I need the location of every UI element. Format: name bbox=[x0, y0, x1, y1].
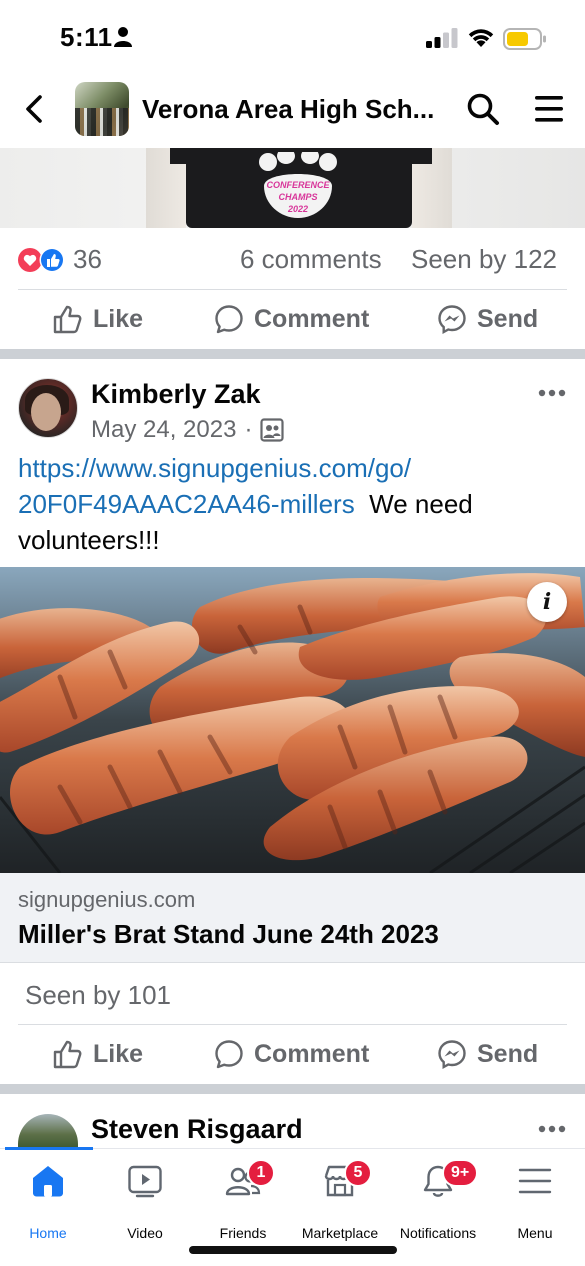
previous-post-image[interactable]: CONFERENCE CHAMPS 2022 bbox=[0, 148, 585, 228]
author-avatar[interactable] bbox=[18, 378, 78, 438]
post-separator bbox=[0, 1084, 585, 1094]
group-header: Verona Area High Sch... bbox=[0, 70, 585, 148]
like-label: Like bbox=[93, 1039, 144, 1068]
comment-label: Comment bbox=[254, 1039, 370, 1068]
seen-by-count[interactable]: Seen by 101 bbox=[25, 980, 171, 1011]
messenger-icon bbox=[438, 1040, 466, 1069]
search-icon[interactable] bbox=[466, 92, 500, 126]
notifications-badge: 9+ bbox=[442, 1159, 479, 1187]
post-separator bbox=[0, 349, 585, 359]
friends-badge: 1 bbox=[247, 1159, 275, 1187]
reaction-icons[interactable] bbox=[18, 247, 66, 273]
status-bar: 5:11 bbox=[0, 0, 585, 70]
menu-icon bbox=[518, 1168, 552, 1194]
comment-button[interactable]: Comment bbox=[214, 289, 369, 349]
link-domain: signupgenius.com bbox=[18, 887, 196, 912]
tab-menu[interactable]: Menu bbox=[487, 1163, 583, 1243]
messenger-icon bbox=[438, 305, 466, 334]
seen-by-count[interactable]: Seen by 122 bbox=[411, 244, 557, 275]
grilled-bratwurst-photo bbox=[0, 567, 585, 873]
post-author[interactable]: Kimberly Zak bbox=[91, 379, 261, 410]
thumbs-up-icon bbox=[53, 305, 82, 334]
active-tab-indicator bbox=[5, 1147, 93, 1150]
like-label: Like bbox=[93, 304, 144, 333]
send-button[interactable]: Send bbox=[437, 1024, 538, 1084]
tab-label: Menu bbox=[517, 1225, 553, 1241]
info-button[interactable]: i bbox=[527, 582, 567, 622]
post-meta: May 24, 2023 · bbox=[91, 416, 285, 444]
back-arrow-icon[interactable] bbox=[22, 94, 46, 124]
comment-bubble-icon bbox=[215, 1040, 243, 1069]
group-title[interactable]: Verona Area High Sch... bbox=[142, 94, 434, 125]
wifi-icon bbox=[468, 29, 494, 47]
home-icon bbox=[33, 1166, 63, 1197]
hamburger-menu-icon[interactable] bbox=[535, 96, 563, 122]
post-body: https://www.signupgenius.com/go/ 20F0F49… bbox=[18, 450, 568, 558]
comment-count[interactable]: 6 comments bbox=[240, 244, 382, 275]
send-label: Send bbox=[477, 1039, 539, 1068]
meta-separator: · bbox=[244, 416, 253, 443]
post-actions: Like Comment Send bbox=[0, 289, 585, 349]
battery-icon bbox=[503, 28, 546, 50]
link-preview-card[interactable]: signupgenius.com Miller's Brat Stand Jun… bbox=[0, 873, 585, 963]
post-date[interactable]: May 24, 2023 bbox=[91, 416, 236, 444]
link-preview-image[interactable] bbox=[0, 567, 585, 873]
send-button[interactable]: Send bbox=[437, 289, 538, 349]
shirt-text-line2: CHAMPS bbox=[278, 192, 317, 202]
like-button[interactable]: Like bbox=[53, 289, 143, 349]
thumbs-up-icon bbox=[53, 1040, 82, 1069]
shirt-text-line3: 2022 bbox=[287, 204, 308, 214]
shirt-text-line1: CONFERENCE bbox=[266, 180, 330, 190]
status-time: 5:11 bbox=[60, 22, 113, 52]
post-author[interactable]: Steven Risgaard bbox=[91, 1114, 303, 1145]
group-avatar[interactable] bbox=[75, 82, 129, 136]
like-button[interactable]: Like bbox=[53, 1024, 143, 1084]
reactions-summary: 36 6 comments Seen by 122 bbox=[18, 240, 567, 280]
comment-bubble-icon bbox=[215, 305, 243, 334]
paw-print-graphic: CONFERENCE CHAMPS 2022 bbox=[259, 152, 337, 218]
post-link-continued[interactable]: 20F0F49AAAC2AA46-millers bbox=[18, 489, 355, 519]
send-label: Send bbox=[477, 304, 539, 333]
person-icon bbox=[114, 27, 132, 47]
post-text-inline: We need bbox=[369, 489, 473, 519]
home-indicator[interactable] bbox=[189, 1246, 397, 1254]
post-text-line: volunteers!!! bbox=[18, 525, 160, 555]
author-avatar[interactable] bbox=[18, 1114, 78, 1148]
post-link[interactable]: https://www.signupgenius.com/go/ bbox=[18, 453, 411, 483]
group-members-icon bbox=[260, 418, 285, 442]
link-title[interactable]: Miller's Brat Stand June 24th 2023 bbox=[18, 919, 439, 950]
more-options-icon[interactable] bbox=[538, 1125, 566, 1133]
post-actions: Like Comment Send bbox=[0, 1024, 585, 1084]
reaction-count[interactable]: 36 bbox=[73, 244, 102, 275]
cellular-signal-icon bbox=[426, 28, 458, 48]
more-options-icon[interactable] bbox=[538, 389, 566, 397]
video-icon bbox=[128, 1165, 162, 1198]
marketplace-badge: 5 bbox=[344, 1159, 372, 1187]
comment-button[interactable]: Comment bbox=[214, 1024, 369, 1084]
comment-label: Comment bbox=[254, 304, 370, 333]
